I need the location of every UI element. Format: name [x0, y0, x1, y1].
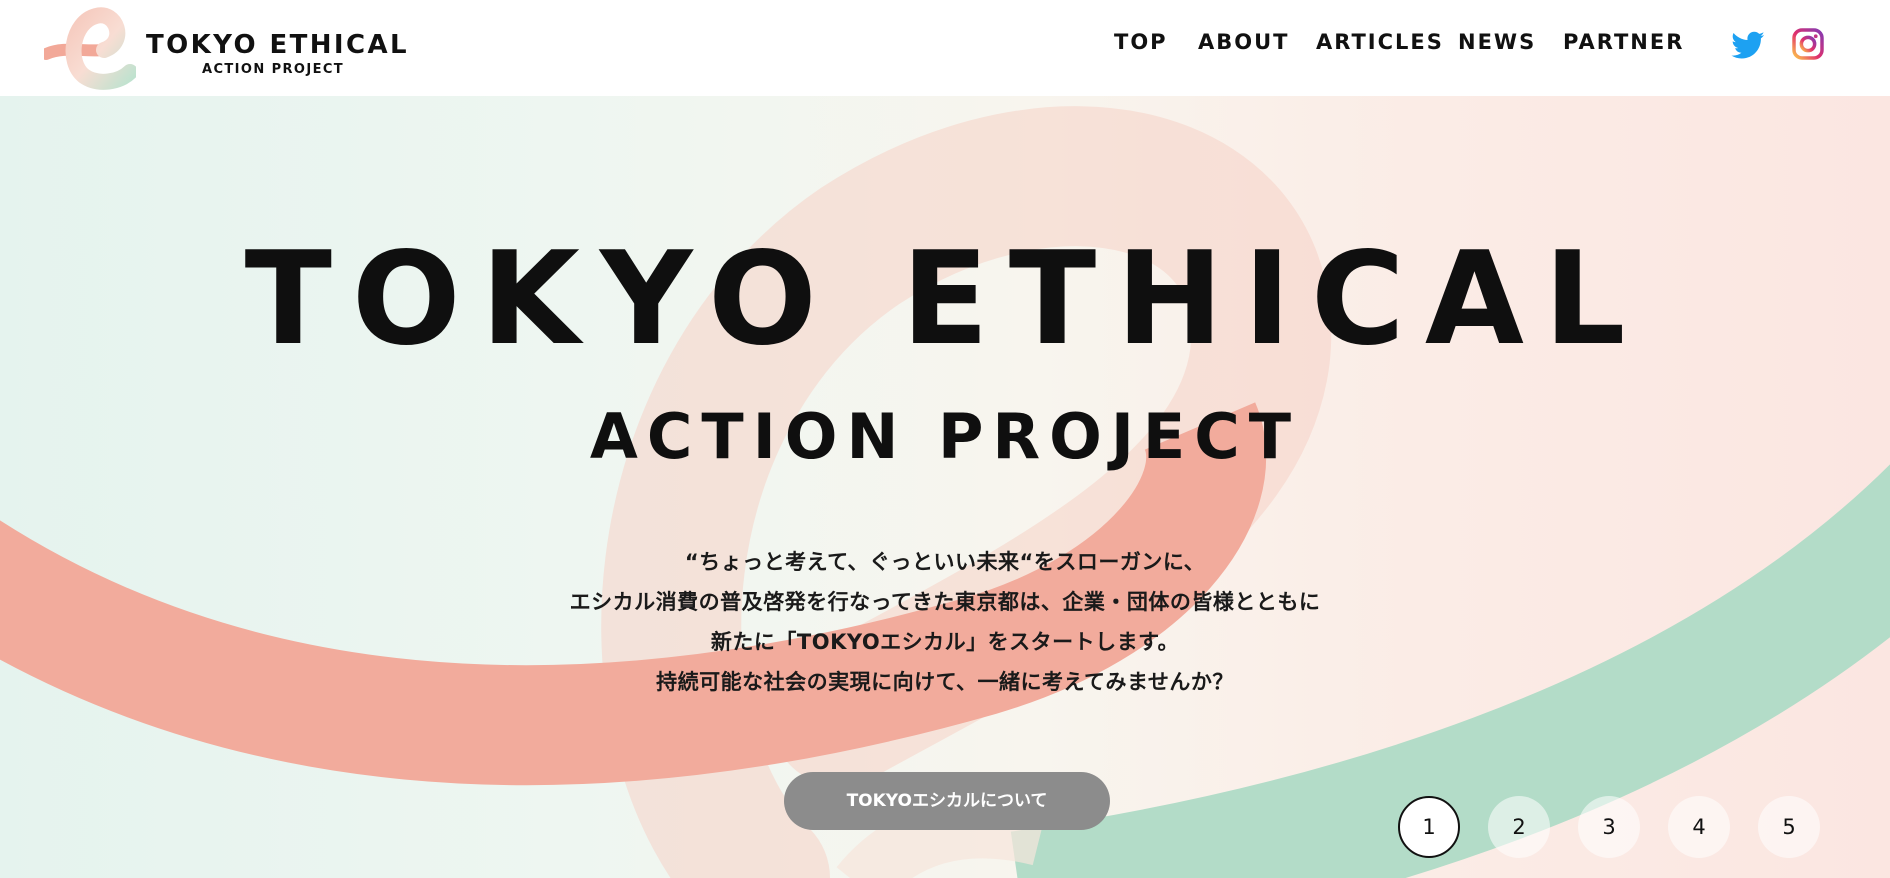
- nav-top[interactable]: TOP: [1114, 30, 1168, 54]
- hero-copy-line: “ちょっと考えて、ぐっといい未来“をスローガンに、: [684, 550, 1206, 574]
- site-header: TOKYO ETHICAL ACTION PROJECT TOP ABOUT A…: [0, 0, 1890, 96]
- hero-subtitle: ACTION PROJECT: [589, 400, 1301, 473]
- hero-section: TOKYO ETHICAL ACTION PROJECT “ちょっと考えて、ぐっ…: [0, 96, 1890, 878]
- logo-title: TOKYO ETHICAL: [146, 30, 409, 60]
- hero-copy: “ちょっと考えて、ぐっといい未来“をスローガンに、 エシカル消費の普及啓発を行な…: [0, 542, 1890, 702]
- nav-partner[interactable]: PARTNER: [1563, 30, 1684, 54]
- about-tokyo-ethical-button[interactable]: TOKYOエシカルについて: [784, 772, 1110, 830]
- nav-about[interactable]: ABOUT: [1198, 30, 1290, 54]
- instagram-icon[interactable]: [1792, 28, 1824, 60]
- hero-copy-line: エシカル消費の普及啓発を行なってきた東京都は、企業・団体の皆様とともに: [569, 590, 1321, 614]
- nav-articles[interactable]: ARTICLES: [1316, 30, 1444, 54]
- hero-copy-line: 持続可能な社会の実現に向けて、一緒に考えてみませんか？: [656, 670, 1234, 694]
- site-logo[interactable]: TOKYO ETHICAL ACTION PROJECT: [44, 6, 407, 90]
- slide-5-button[interactable]: 5: [1758, 796, 1820, 858]
- twitter-icon[interactable]: [1730, 28, 1766, 64]
- slide-1-button[interactable]: 1: [1398, 796, 1460, 858]
- hero-copy-line: 新たに「TOKYOエシカル」をスタートします。: [710, 630, 1180, 654]
- slide-2-button[interactable]: 2: [1488, 796, 1550, 858]
- logo-e-mark-icon: [44, 7, 136, 90]
- slide-3-button[interactable]: 3: [1578, 796, 1640, 858]
- hero-background-graphic: [0, 106, 1890, 878]
- nav-news[interactable]: NEWS: [1458, 30, 1536, 54]
- slide-4-button[interactable]: 4: [1668, 796, 1730, 858]
- logo-subtitle: ACTION PROJECT: [202, 62, 345, 77]
- hero-title: TOKYO ETHICAL: [244, 225, 1646, 374]
